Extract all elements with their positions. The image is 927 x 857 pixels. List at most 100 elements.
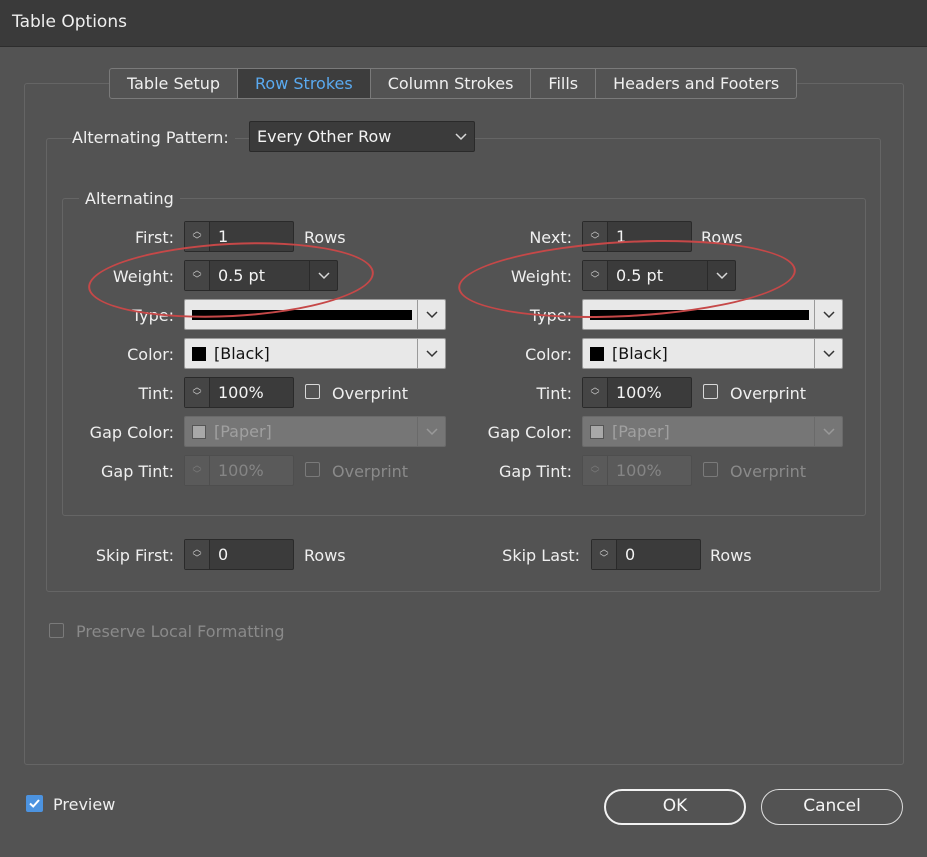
tab-row-strokes[interactable]: Row Strokes <box>238 69 371 98</box>
next-gap-overprint-checkbox[interactable] <box>703 462 718 477</box>
next-overprint-label: Overprint <box>730 384 807 403</box>
chevron-down-icon[interactable] <box>707 261 735 290</box>
first-gap-color-label: Gap Color: <box>89 423 174 442</box>
skip-last-label: Skip Last: <box>502 546 580 565</box>
alternating-pattern-label: Alternating Pattern: <box>72 128 235 147</box>
cancel-button[interactable]: Cancel <box>761 789 903 825</box>
stroke-type-preview <box>583 300 814 329</box>
color-swatch <box>192 424 206 439</box>
stepper-arrows-icon[interactable]: ︿ ﹀ <box>185 456 210 485</box>
stepper-arrows-icon[interactable]: ︿ ﹀ <box>583 456 608 485</box>
next-color-select[interactable]: [Black] <box>582 338 843 369</box>
first-overprint-checkbox[interactable] <box>305 384 320 399</box>
next-type-select[interactable] <box>582 299 843 330</box>
alternating-pattern-select[interactable]: Every Other Row <box>249 121 475 152</box>
chevron-down-icon[interactable] <box>814 417 842 446</box>
first-gap-color-select[interactable]: [Paper] <box>184 416 446 447</box>
first-gap-overprint-checkbox[interactable] <box>305 462 320 477</box>
first-tint-value[interactable]: 100% <box>210 378 293 407</box>
first-rows-stepper[interactable]: ︿ ﹀ 1 <box>184 221 294 252</box>
skip-first-value[interactable]: 0 <box>210 540 293 569</box>
next-gap-color-value: [Paper] <box>612 422 670 441</box>
next-weight-label: Weight: <box>510 267 572 286</box>
first-tint-stepper[interactable]: ︿ ﹀ 100% <box>184 377 294 408</box>
next-gap-color-select[interactable]: [Paper] <box>582 416 843 447</box>
title-bar: Table Options <box>0 0 927 47</box>
next-tint-label: Tint: <box>536 384 572 403</box>
tab-headers-and-footers[interactable]: Headers and Footers <box>596 69 796 98</box>
first-gap-color-value: [Paper] <box>214 422 272 441</box>
next-label: Next: <box>529 228 572 247</box>
first-weight-label: Weight: <box>112 267 174 286</box>
next-gap-color-label: Gap Color: <box>487 423 572 442</box>
skip-last-unit: Rows <box>710 546 752 565</box>
color-swatch <box>590 424 604 439</box>
tab-fills[interactable]: Fills <box>531 69 597 98</box>
color-swatch <box>590 346 604 361</box>
first-type-select[interactable] <box>184 299 446 330</box>
first-tint-label: Tint: <box>138 384 174 403</box>
stepper-arrows-icon[interactable]: ︿ ﹀ <box>185 261 210 290</box>
skip-last-value[interactable]: 0 <box>617 540 700 569</box>
solid-line-swatch <box>192 309 412 320</box>
next-rows-stepper[interactable]: ︿ ﹀ 1 <box>582 221 692 252</box>
skip-first-stepper[interactable]: ︿ ﹀ 0 <box>184 539 294 570</box>
first-gap-overprint-label: Overprint <box>332 462 409 481</box>
preview-label: Preview <box>53 795 116 814</box>
next-overprint-checkbox[interactable] <box>703 384 718 399</box>
window-title: Table Options <box>12 12 127 32</box>
stepper-arrows-icon[interactable]: ︿ ﹀ <box>185 222 210 251</box>
first-gap-tint-stepper[interactable]: ︿ ﹀ 100% <box>184 455 294 486</box>
next-rows-unit: Rows <box>701 228 743 247</box>
first-rows-value[interactable]: 1 <box>210 222 293 251</box>
preserve-local-formatting-label: Preserve Local Formatting <box>76 622 285 641</box>
next-gap-tint-value[interactable]: 100% <box>608 456 691 485</box>
first-gap-tint-value[interactable]: 100% <box>210 456 293 485</box>
preview-checkbox[interactable] <box>26 795 43 812</box>
first-color-select[interactable]: [Black] <box>184 338 446 369</box>
skip-first-unit: Rows <box>304 546 346 565</box>
first-color-value: [Black] <box>214 344 270 363</box>
alternating-pattern-value: Every Other Row <box>257 127 392 146</box>
color-swatch <box>192 346 206 361</box>
next-color-label: Color: <box>525 345 572 364</box>
next-color-value: [Black] <box>612 344 668 363</box>
next-weight-value[interactable]: 0.5 pt <box>608 261 707 290</box>
stepper-arrows-icon[interactable]: ︿ ﹀ <box>583 222 608 251</box>
next-type-label: Type: <box>529 306 572 325</box>
first-label: First: <box>134 228 174 247</box>
tab-table-setup[interactable]: Table Setup <box>110 69 239 98</box>
next-tint-stepper[interactable]: ︿ ﹀ 100% <box>582 377 692 408</box>
stepper-arrows-icon[interactable]: ︿ ﹀ <box>592 540 617 569</box>
stepper-arrows-icon[interactable]: ︿ ﹀ <box>185 378 210 407</box>
checkmark-icon <box>29 799 40 808</box>
next-weight-combo[interactable]: ︿ ﹀ 0.5 pt <box>582 260 736 291</box>
stepper-arrows-icon[interactable]: ︿ ﹀ <box>185 540 210 569</box>
ok-button[interactable]: OK <box>604 789 746 825</box>
next-tint-value[interactable]: 100% <box>608 378 691 407</box>
skip-last-stepper[interactable]: ︿ ﹀ 0 <box>591 539 701 570</box>
next-gap-overprint-label: Overprint <box>730 462 807 481</box>
chevron-down-icon[interactable] <box>814 300 842 329</box>
chevron-down-icon[interactable] <box>417 300 445 329</box>
chevron-down-icon[interactable] <box>447 122 474 151</box>
chevron-down-icon[interactable] <box>417 339 445 368</box>
chevron-down-icon[interactable] <box>309 261 337 290</box>
stepper-arrows-icon[interactable]: ︿ ﹀ <box>583 378 608 407</box>
chevron-down-icon[interactable] <box>814 339 842 368</box>
chevron-down-icon[interactable] <box>417 417 445 446</box>
next-rows-value[interactable]: 1 <box>608 222 691 251</box>
next-gap-tint-stepper[interactable]: ︿ ﹀ 100% <box>582 455 692 486</box>
first-overprint-label: Overprint <box>332 384 409 403</box>
tab-bar: Table Setup Row Strokes Column Strokes F… <box>109 68 798 99</box>
solid-line-swatch <box>590 309 809 320</box>
preserve-local-formatting-checkbox[interactable] <box>49 623 64 638</box>
skip-first-label: Skip First: <box>95 546 174 565</box>
tab-column-strokes[interactable]: Column Strokes <box>371 69 532 98</box>
first-weight-combo[interactable]: ︿ ﹀ 0.5 pt <box>184 260 338 291</box>
first-color-label: Color: <box>127 345 174 364</box>
stepper-arrows-icon[interactable]: ︿ ﹀ <box>583 261 608 290</box>
first-weight-value[interactable]: 0.5 pt <box>210 261 309 290</box>
first-gap-tint-label: Gap Tint: <box>101 462 174 481</box>
first-rows-unit: Rows <box>304 228 346 247</box>
